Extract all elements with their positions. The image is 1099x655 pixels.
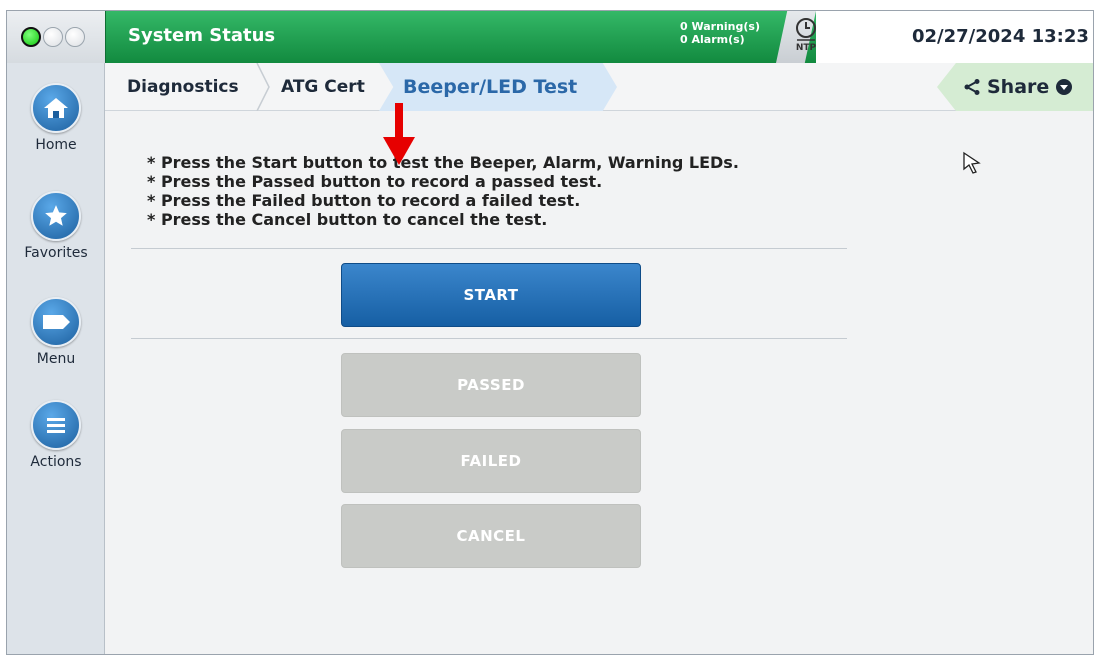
status-light-green (21, 27, 41, 47)
breadcrumb: Diagnostics ATG Cert Beeper/LED Test Sha… (105, 63, 1093, 111)
alarm-count: 0 Alarm(s) (680, 33, 745, 46)
status-lights (7, 11, 105, 63)
home-icon (31, 83, 81, 133)
divider (131, 338, 847, 339)
share-button[interactable]: Share (963, 63, 1073, 111)
warning-count: 0 Warning(s) (680, 20, 760, 33)
sidebar-item-label: Home (35, 137, 77, 153)
instruction-line: * Press the Failed button to record a fa… (147, 191, 581, 210)
start-button[interactable]: START (341, 263, 641, 327)
datetime-box: 02/27/2024 13:23 (816, 11, 1093, 63)
list-icon (31, 400, 81, 450)
instruction-line: * Press the Cancel button to cancel the … (147, 210, 548, 229)
breadcrumb-active[interactable]: Beeper/LED Test (403, 63, 577, 111)
mouse-pointer-icon (963, 151, 981, 174)
passed-button[interactable]: PASSED (341, 353, 641, 417)
sidebar-item-label: Menu (36, 351, 76, 367)
sidebar-item-menu[interactable]: Menu (7, 297, 105, 367)
sidebar-item-label: Favorites (24, 245, 88, 261)
instruction-line: * Press the Start button to test the Bee… (147, 153, 739, 172)
sidebar: Home Favorites Menu Actions (7, 63, 105, 654)
sidebar-item-actions[interactable]: Actions (7, 400, 105, 470)
instructions: * Press the Start button to test the Bee… (147, 153, 739, 229)
star-icon (31, 191, 81, 241)
divider (131, 248, 847, 249)
status-light-yellow (43, 27, 63, 47)
header-bar[interactable]: System Status 0 Warning(s) 0 Alarm(s) NT… (105, 11, 1093, 63)
datetime: 02/27/2024 13:23 (912, 26, 1089, 47)
ntp-clock-icon: NTP (796, 18, 817, 53)
breadcrumb-diagnostics[interactable]: Diagnostics (127, 63, 239, 111)
breadcrumb-atg-cert[interactable]: ATG Cert (281, 63, 365, 111)
chevron-down-icon (1056, 79, 1073, 95)
main-content: * Press the Start button to test the Bee… (105, 111, 1093, 654)
sidebar-item-home[interactable]: Home (7, 83, 105, 153)
failed-button[interactable]: FAILED (341, 429, 641, 493)
sidebar-item-label: Actions (30, 454, 82, 470)
app-window: System Status 0 Warning(s) 0 Alarm(s) NT… (6, 10, 1094, 655)
cancel-button[interactable]: CANCEL (341, 504, 641, 568)
share-icon (964, 79, 980, 95)
ntp-label: NTP (796, 43, 817, 53)
sidebar-item-favorites[interactable]: Favorites (7, 191, 105, 261)
annotation-arrow-icon (383, 103, 415, 165)
breadcrumb-separator (256, 63, 270, 111)
share-label: Share (987, 76, 1050, 98)
instruction-line: * Press the Passed button to record a pa… (147, 172, 603, 191)
alarm-warning-counts[interactable]: 0 Warning(s) 0 Alarm(s) (680, 20, 760, 46)
status-light-red (65, 27, 85, 47)
page-title: System Status (128, 25, 276, 46)
menu-tag-icon (31, 297, 81, 347)
